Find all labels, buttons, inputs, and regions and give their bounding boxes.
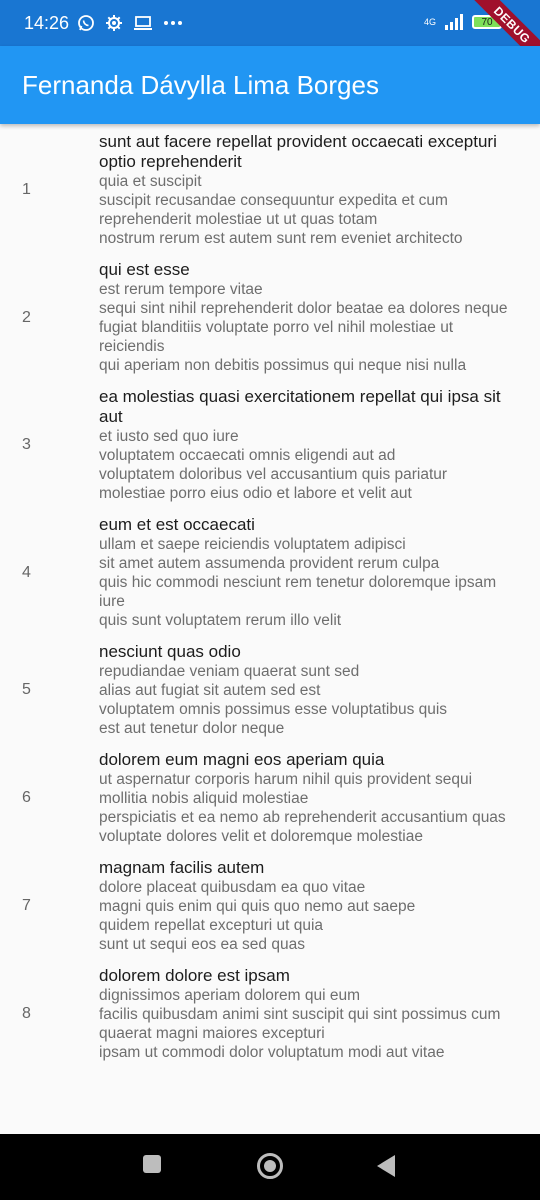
post-list[interactable]: 1 sunt aut facere repellat provident occ… [0,124,540,1134]
post-body: dignissimos aperiam dolorem qui eum faci… [99,987,501,1061]
post-id: 3 [22,436,31,453]
list-item[interactable]: 6 dolorem eum magni eos aperiam quia ut … [0,742,540,850]
list-item[interactable]: 3 ea molestias quasi exercitationem repe… [0,379,540,507]
post-content: nesciunt quas odio repudiandae veniam qu… [99,642,511,738]
post-content: dolorem dolore est ipsam dignissimos ape… [99,966,511,1062]
post-title: dolorem eum magni eos aperiam quia [99,750,385,769]
status-bar: 14:26 4G 70 DEBUG [0,0,540,74]
whatsapp-icon [77,14,95,32]
post-content: sunt aut facere repellat provident occae… [99,132,511,248]
list-item[interactable]: 4 eum et est occaecati ullam et saepe re… [0,507,540,634]
more-dots-icon [163,20,183,26]
signal-icon [444,14,464,30]
post-body: dolore placeat quibusdam ea quo vitae ma… [99,879,416,953]
post-content: dolorem eum magni eos aperiam quia ut as… [99,750,511,846]
post-body: ut aspernatur corporis harum nihil quis … [99,771,506,845]
network-type: 4G [423,16,436,27]
page-title: Fernanda Dávylla Lima Borges [22,69,379,100]
post-id: 5 [22,681,31,698]
post-id: 7 [22,897,31,914]
post-body: ullam et saepe reiciendis voluptatem adi… [99,536,497,629]
list-item[interactable]: 1 sunt aut facere repellat provident occ… [0,124,540,252]
post-id: 6 [22,789,31,806]
post-title: ea molestias quasi exercitationem repell… [99,387,501,426]
post-body: repudiandae veniam quaerat sunt sed alia… [99,663,448,737]
post-content: eum et est occaecati ullam et saepe reic… [99,515,511,630]
network-type-label: 4G [423,16,436,27]
post-body: est rerum tempore vitae sequi sint nihil… [99,281,508,374]
post-title: dolorem dolore est ipsam [99,966,290,985]
post-body: et iusto sed quo iure voluptatem occaeca… [99,428,448,502]
recents-square-icon[interactable] [142,1154,162,1174]
app-bar: Fernanda Dávylla Lima Borges [0,46,540,124]
post-id: 4 [22,563,31,581]
post-title: qui est esse [99,260,190,279]
post-title: nesciunt quas odio [99,642,241,661]
home-circle-icon[interactable] [256,1152,284,1180]
post-content: magnam facilis autem dolore placeat quib… [99,858,511,954]
list-item[interactable]: 7 magnam facilis autem dolore placeat qu… [0,850,540,958]
system-nav-bar [0,1134,540,1200]
post-id: 8 [22,1005,31,1022]
post-id: 1 [22,181,31,198]
post-content: ea molestias quasi exercitationem repell… [99,387,511,503]
post-title: magnam facilis autem [99,858,265,877]
list-item[interactable]: 2 qui est esse est rerum tempore vitae s… [0,252,540,379]
post-content: qui est esse est rerum tempore vitae seq… [99,260,511,375]
battery-level: 70 [481,16,493,28]
post-body: quia et suscipit suscipit recusandae con… [99,173,463,247]
post-title: eum et est occaecati [99,515,255,534]
status-time: 14:26 [24,12,70,33]
post-id: 2 [22,308,31,326]
list-item[interactable]: 5 nesciunt quas odio repudiandae veniam … [0,634,540,742]
gear-icon [105,14,123,32]
post-title: sunt aut facere repellat provident occae… [99,132,497,171]
list-item[interactable]: 8 dolorem dolore est ipsam dignissimos a… [0,958,540,1066]
laptop-icon [133,15,153,31]
status-notification-icons [77,14,183,32]
back-triangle-icon[interactable] [376,1154,396,1178]
